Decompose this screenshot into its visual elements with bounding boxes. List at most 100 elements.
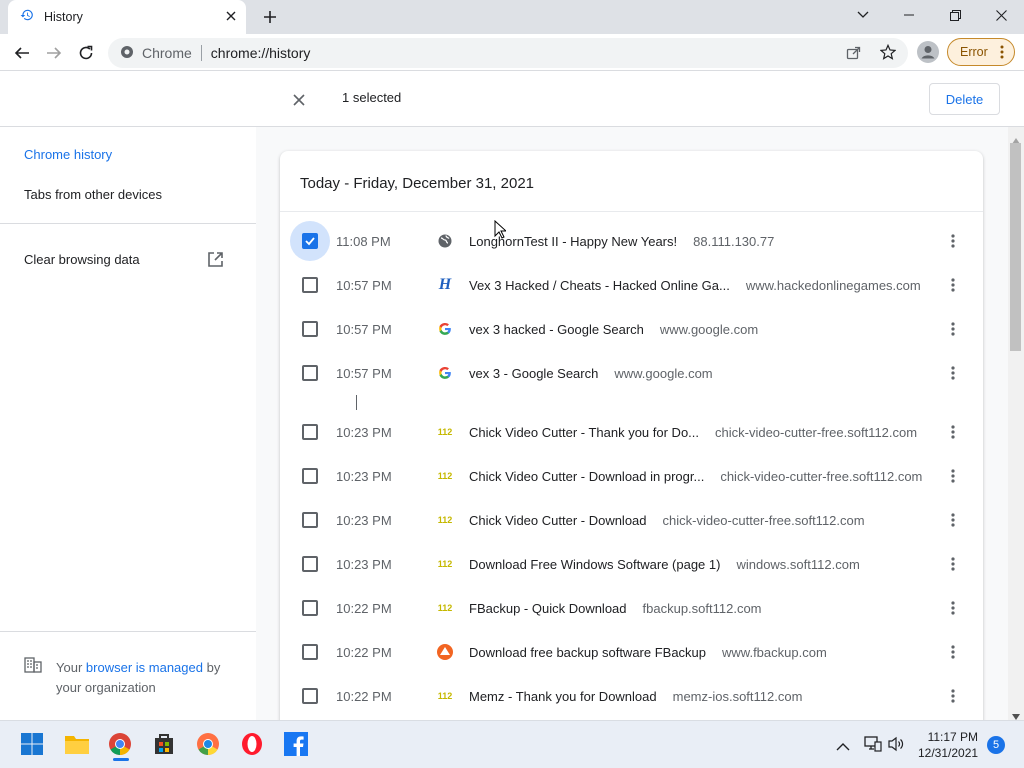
network-icon[interactable]	[864, 736, 882, 757]
history-row[interactable]: 10:23 PM 112 Download Free Windows Softwar…	[280, 542, 983, 586]
history-row[interactable]: 10:22 PM Download free backup software FB…	[280, 630, 983, 674]
history-row[interactable]: 10:23 PM 112 Chick Video Cutter - Download…	[280, 454, 983, 498]
history-entry-link[interactable]: Chick Video Cutter - Thank you for Do...…	[469, 425, 917, 440]
history-row[interactable]: 10:57 PM H Vex 3 Hacked / Cheats - Hacked …	[280, 263, 983, 307]
sidebar: Chrome history Tabs from other devices C…	[0, 127, 256, 720]
history-row[interactable]: 11:08 PM LonghornTest II - Happy New Year…	[280, 219, 983, 263]
taskbar: 11:17 PM 12/31/2021 5	[0, 720, 1024, 768]
microsoft-store-icon[interactable]	[152, 732, 178, 758]
chromium-icon[interactable]	[196, 732, 222, 758]
row-menu-icon[interactable]	[945, 275, 961, 295]
row-menu-icon[interactable]	[945, 642, 961, 662]
address-bar[interactable]: Chrome chrome://history	[108, 38, 908, 68]
facebook-icon[interactable]	[284, 732, 310, 758]
row-menu-icon[interactable]	[945, 466, 961, 486]
close-tab-icon[interactable]	[226, 8, 236, 26]
entry-title[interactable]: vex 3 hacked - Google Search	[469, 322, 644, 337]
windows-start-icon[interactable]	[20, 732, 46, 758]
entry-title[interactable]: vex 3 - Google Search	[469, 366, 598, 381]
history-entry-link[interactable]: Memz - Thank you for Download memz-ios.so…	[469, 689, 802, 704]
row-menu-icon[interactable]	[945, 554, 961, 574]
row-checkbox[interactable]	[302, 468, 318, 484]
entry-domain: chick-video-cutter-free.soft112.com	[715, 424, 918, 440]
history-row[interactable]: 10:23 PM 112 Chick Video Cutter - Download…	[280, 498, 983, 542]
history-row[interactable]: 10:22 PM 112 FBackup - Quick Download fback…	[280, 586, 983, 630]
entry-title[interactable]: Chick Video Cutter - Download	[469, 513, 647, 528]
close-window-button[interactable]	[978, 0, 1024, 30]
row-menu-icon[interactable]	[945, 422, 961, 442]
profile-avatar-icon[interactable]	[917, 41, 939, 68]
history-entry-link[interactable]: Download Free Windows Software (page 1) w…	[469, 557, 860, 572]
opera-icon[interactable]	[240, 732, 266, 758]
history-entry-link[interactable]: Chick Video Cutter - Download chick-video…	[469, 513, 865, 528]
delete-button[interactable]: Delete	[929, 83, 1000, 115]
share-icon[interactable]	[846, 45, 861, 63]
error-button[interactable]: Error	[947, 38, 1015, 66]
tab-history[interactable]: History	[8, 0, 246, 34]
history-row[interactable]: 10:57 PM vex 3 - Google Search www.google.…	[280, 351, 983, 395]
restore-button[interactable]	[932, 0, 978, 30]
history-entry-link[interactable]: LonghornTest II - Happy New Years! 88.111…	[469, 234, 774, 249]
row-checkbox[interactable]	[302, 644, 318, 660]
open-in-new-icon[interactable]	[207, 251, 224, 273]
bookmark-star-icon[interactable]	[879, 43, 897, 63]
row-checkbox[interactable]	[302, 600, 318, 616]
show-hidden-icons-icon[interactable]	[836, 738, 850, 756]
chrome-taskbar-icon[interactable]	[108, 732, 134, 761]
row-menu-icon[interactable]	[945, 319, 961, 339]
history-entry-link[interactable]: Download free backup software FBackup www…	[469, 645, 827, 660]
clear-selection-icon[interactable]	[293, 93, 305, 111]
soft112-icon: 112	[437, 559, 453, 569]
history-row[interactable]: 10:23 PM 112 Chick Video Cutter - Thank yo…	[280, 410, 983, 454]
row-checkbox[interactable]	[302, 365, 318, 381]
soft112-icon: 112	[437, 603, 453, 613]
back-button[interactable]	[8, 39, 36, 67]
sidebar-item-chrome-history[interactable]: Chrome history	[24, 147, 112, 162]
row-checkbox[interactable]	[302, 277, 318, 293]
history-row[interactable]: 10:57 PM vex 3 hacked - Google Search www.…	[280, 307, 983, 351]
row-checkbox[interactable]	[302, 556, 318, 572]
row-menu-icon[interactable]	[945, 598, 961, 618]
entry-title[interactable]: Chick Video Cutter - Thank you for Do...	[469, 425, 699, 440]
notification-badge[interactable]: 5	[987, 736, 1005, 754]
volume-icon[interactable]	[888, 736, 904, 757]
menu-dots-icon	[1000, 45, 1004, 62]
history-entry-link[interactable]: vex 3 hacked - Google Search www.google.c…	[469, 322, 758, 337]
sidebar-item-tabs-other-devices[interactable]: Tabs from other devices	[24, 187, 162, 202]
row-menu-icon[interactable]	[945, 231, 961, 251]
row-checkbox[interactable]	[302, 233, 318, 249]
entry-title[interactable]: Download Free Windows Software (page 1)	[469, 557, 720, 572]
entry-title[interactable]: Memz - Thank you for Download	[469, 689, 657, 704]
row-checkbox[interactable]	[302, 424, 318, 440]
row-menu-icon[interactable]	[945, 510, 961, 530]
tab-search-button[interactable]	[840, 0, 886, 30]
history-icon	[20, 8, 34, 27]
row-checkbox[interactable]	[302, 512, 318, 528]
history-entry-link[interactable]: Chick Video Cutter - Download in progr..…	[469, 469, 922, 484]
entry-title[interactable]: FBackup - Quick Download	[469, 601, 627, 616]
entry-title[interactable]: Vex 3 Hacked / Cheats - Hacked Online Ga…	[469, 278, 730, 293]
history-row[interactable]: 10:22 PM 112 Memz - Thank you for Download…	[280, 674, 983, 718]
entry-title[interactable]: Chick Video Cutter - Download in progr..…	[469, 469, 704, 484]
page-scrollbar[interactable]	[1008, 127, 1024, 720]
history-entry-link[interactable]: Vex 3 Hacked / Cheats - Hacked Online Ga…	[469, 278, 921, 293]
sidebar-item-clear-browsing-data[interactable]: Clear browsing data	[24, 252, 140, 267]
scrollbar-thumb[interactable]	[1010, 143, 1021, 351]
file-explorer-icon[interactable]	[64, 732, 90, 758]
entry-domain: chick-video-cutter-free.soft112.com	[720, 468, 923, 484]
minimize-button[interactable]	[886, 0, 932, 30]
row-menu-icon[interactable]	[945, 686, 961, 706]
entry-title[interactable]: Download free backup software FBackup	[469, 645, 706, 660]
forward-button[interactable]	[40, 39, 68, 67]
reload-button[interactable]	[72, 39, 100, 67]
globe-icon	[437, 233, 453, 249]
managed-link[interactable]: browser is managed	[86, 660, 203, 675]
row-checkbox[interactable]	[302, 321, 318, 337]
taskbar-clock[interactable]: 11:17 PM 12/31/2021	[918, 729, 978, 761]
row-menu-icon[interactable]	[945, 363, 961, 383]
new-tab-button[interactable]	[258, 6, 282, 28]
row-checkbox[interactable]	[302, 688, 318, 704]
entry-domain: www.fbackup.com	[722, 644, 827, 660]
history-entry-link[interactable]: vex 3 - Google Search www.google.com	[469, 366, 713, 381]
history-entry-link[interactable]: FBackup - Quick Download fbackup.soft112.…	[469, 601, 762, 616]
